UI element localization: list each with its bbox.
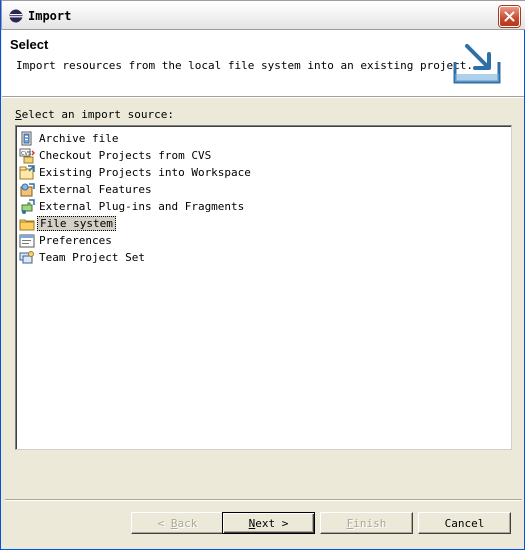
next-button-mnemonic: N: [248, 516, 256, 530]
header-separator: [2, 97, 524, 98]
list-item-label: Preferences: [39, 234, 112, 247]
back-button[interactable]: < Back: [131, 512, 224, 534]
finish-button-label: inish: [353, 516, 387, 530]
list-item-preferences[interactable]: Preferences: [19, 232, 114, 249]
list-item-label: Checkout Projects from CVS: [39, 149, 212, 162]
page-description: Import resources from the local file sys…: [16, 59, 473, 72]
list-item-archive-file[interactable]: Archive file: [19, 130, 120, 147]
cvs-icon: CVS: [19, 148, 35, 163]
back-button-mnemonic: B: [170, 516, 178, 530]
next-button-label: ext >: [255, 516, 289, 530]
close-button[interactable]: [499, 6, 520, 27]
button-bar-separator: [5, 499, 522, 501]
import-source-label-text: elect an import source:: [21, 108, 174, 121]
svg-text:CVS: CVS: [21, 151, 31, 157]
folder-icon: [19, 219, 35, 230]
import-source-label: Select an import source:: [15, 108, 174, 121]
window-title: Import: [28, 9, 72, 23]
list-item-label: Team Project Set: [39, 251, 145, 264]
list-item-label: Existing Projects into Workspace: [39, 166, 251, 179]
import-source-tree[interactable]: Archive file CVS Checkout Projects from …: [15, 125, 512, 450]
finish-button[interactable]: Finish: [320, 512, 413, 534]
import-wizard-icon: [453, 44, 501, 84]
eclipse-icon: [9, 9, 23, 23]
list-item-external-features[interactable]: External Features: [19, 181, 154, 198]
next-button[interactable]: Next >: [222, 512, 315, 534]
cancel-button[interactable]: Cancel: [418, 512, 511, 534]
archive-file-icon: [21, 131, 32, 145]
team-project-set-icon: [19, 250, 34, 263]
list-item-team-project-set[interactable]: Team Project Set: [19, 249, 147, 266]
list-item-label: External Features: [39, 183, 152, 196]
list-item-checkout-cvs[interactable]: CVS Checkout Projects from CVS: [19, 147, 213, 164]
external-plugins-icon: [21, 198, 35, 214]
back-button-label: ack: [177, 516, 198, 530]
close-icon: [504, 11, 515, 22]
list-item-label: Archive file: [39, 132, 119, 145]
wizard-header: Select Import resources from the local f…: [2, 30, 524, 97]
page-title: Select: [10, 37, 49, 52]
title-bar[interactable]: Import: [1, 0, 525, 30]
list-item-label: External Plug-ins and Fragments: [39, 200, 245, 213]
external-features-icon: [20, 182, 35, 196]
import-source-label-mnemonic: S: [15, 108, 22, 121]
list-item-existing-projects[interactable]: Existing Projects into Workspace: [19, 164, 253, 181]
import-dialog: Import Select Import resources from the …: [0, 0, 525, 550]
preferences-icon: [19, 234, 35, 247]
list-item-file-system[interactable]: File system: [19, 215, 116, 232]
back-button-prefix: <: [157, 516, 171, 530]
list-item-label: File system: [37, 216, 116, 231]
existing-projects-icon: [19, 164, 35, 179]
cancel-button-label: Cancel: [444, 516, 485, 530]
list-item-external-plugins[interactable]: External Plug-ins and Fragments: [19, 198, 246, 215]
finish-button-mnemonic: F: [346, 516, 354, 530]
